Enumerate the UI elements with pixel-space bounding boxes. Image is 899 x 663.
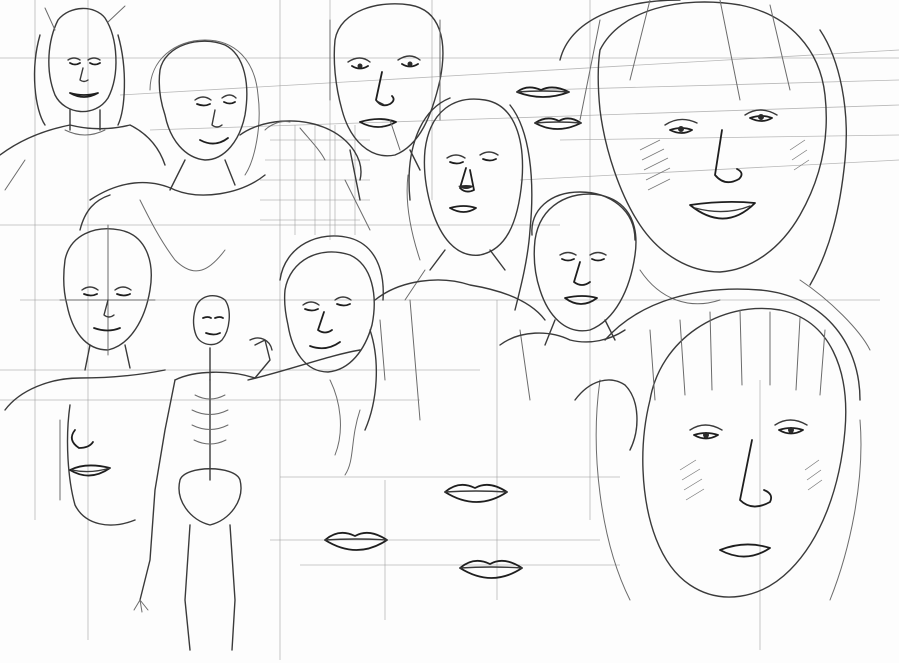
partial-face-left xyxy=(59,404,136,526)
woman-with-fringe-bottom-right xyxy=(574,288,862,601)
man-short-hair-center-right xyxy=(499,191,637,346)
lip-studies-bottom xyxy=(324,483,523,579)
woman-center-long-hair xyxy=(374,97,546,421)
lip-studies-top xyxy=(516,86,582,130)
sketch-artwork xyxy=(0,0,899,660)
woman-center-smiling xyxy=(279,235,384,476)
smiling-woman-right-large xyxy=(559,0,871,351)
proportion-grid xyxy=(260,125,370,235)
woman-long-hair-top xyxy=(79,39,362,272)
small-portrait-top-left xyxy=(0,5,166,191)
bald-face-left xyxy=(4,224,166,411)
sketch-sheet xyxy=(0,0,899,663)
